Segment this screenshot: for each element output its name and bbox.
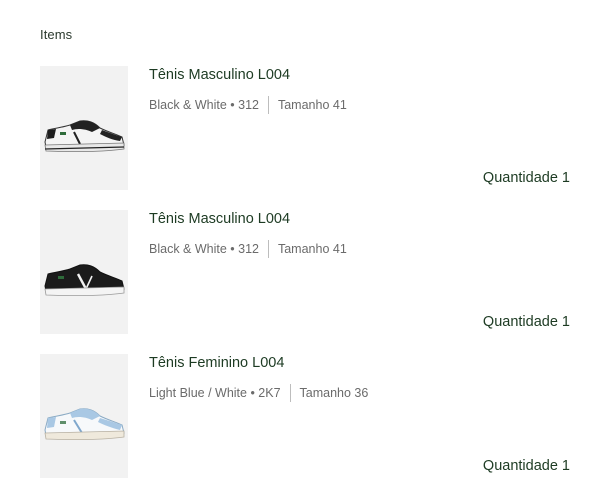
product-meta: Light Blue / White • 2K7 Tamanho 36 — [149, 384, 368, 402]
meta-divider — [267, 240, 269, 258]
section-title: Items — [40, 27, 73, 42]
product-quantity: Quantidade 1 — [482, 458, 570, 474]
product-quantity: Quantidade 1 — [482, 314, 570, 330]
product-title[interactable]: Tênis Masculino L004 — [149, 67, 290, 83]
product-image-light-blue-sneaker[interactable] — [40, 354, 128, 478]
product-image-black-sneaker[interactable] — [40, 210, 128, 334]
list-item: Tênis Masculino L004 Black & White • 312… — [40, 66, 570, 190]
product-variant: Black & White • 312 — [149, 242, 259, 256]
product-variant: Light Blue / White • 2K7 — [149, 386, 281, 400]
product-variant: Black & White • 312 — [149, 98, 259, 112]
product-title[interactable]: Tênis Masculino L004 — [149, 211, 290, 227]
product-image-white-black-sneaker[interactable] — [40, 66, 128, 190]
meta-divider — [267, 96, 269, 114]
list-item: Tênis Feminino L004 Light Blue / White •… — [40, 354, 570, 478]
product-meta: Black & White • 312 Tamanho 41 — [149, 240, 347, 258]
product-quantity: Quantidade 1 — [482, 170, 570, 186]
sneaker-icon — [44, 120, 125, 152]
sneaker-icon — [44, 264, 125, 296]
product-title[interactable]: Tênis Feminino L004 — [149, 355, 284, 371]
order-items-panel: Items Tênis Masculino L004 Black & White… — [0, 0, 590, 500]
meta-divider — [289, 384, 291, 402]
product-size: Tamanho 41 — [277, 242, 347, 256]
list-item: Tênis Masculino L004 Black & White • 312… — [40, 210, 570, 334]
product-meta: Black & White • 312 Tamanho 41 — [149, 96, 347, 114]
sneaker-icon — [44, 408, 125, 440]
product-size: Tamanho 41 — [277, 98, 347, 112]
product-size: Tamanho 36 — [299, 386, 369, 400]
